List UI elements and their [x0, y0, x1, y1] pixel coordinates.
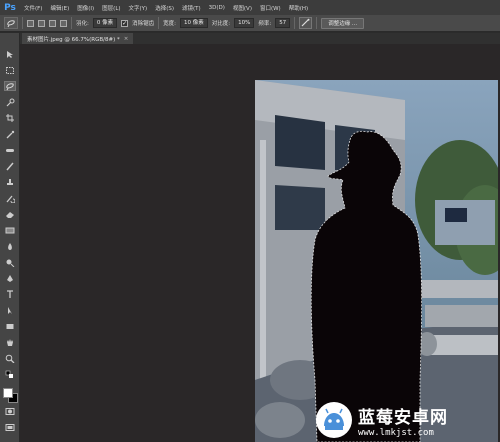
rectangle-icon[interactable] [4, 321, 16, 331]
hand-icon[interactable] [4, 337, 16, 347]
document-tab-bar: 素材图片.jpeg @ 66.7%(RGB/8#) * × [20, 33, 500, 44]
document-tab-title: 素材图片.jpeg @ 66.7%(RGB/8#) * [27, 36, 120, 43]
menu-3d[interactable]: 3D(D) [205, 5, 229, 11]
divider [158, 17, 160, 29]
photo-content [255, 80, 498, 442]
watermark-title: 蓝莓安卓网 [358, 407, 448, 428]
watermark: 蓝莓安卓网 www.lmkjst.com [316, 398, 500, 442]
intersect-selection-icon[interactable] [60, 19, 67, 27]
tool-preset-picker[interactable] [4, 17, 18, 29]
new-selection-icon[interactable] [27, 19, 34, 27]
path-selection-icon[interactable] [4, 305, 16, 315]
width-label: 宽度: [163, 21, 176, 27]
canvas-area[interactable] [20, 44, 500, 442]
marquee-icon[interactable] [4, 65, 16, 75]
spot-healing-icon[interactable] [4, 145, 16, 155]
foreground-color-swatch[interactable] [3, 388, 13, 398]
feather-input[interactable]: 0 像素 [92, 18, 118, 28]
menu-window[interactable]: 窗口(W) [256, 4, 285, 12]
options-bar: 羽化: 0 像素 ✓ 消除锯齿 宽度: 10 像素 对比度: 10% 频率: 5… [0, 15, 500, 32]
contrast-input[interactable]: 10% [234, 18, 255, 28]
refine-edge-button[interactable]: 调整边缘 ... [321, 17, 365, 29]
pen-pressure-button[interactable] [299, 17, 313, 29]
android-robot-icon [316, 402, 352, 438]
move-icon[interactable] [4, 49, 16, 59]
feather-label: 羽化: [76, 21, 89, 27]
gradient-icon[interactable] [4, 225, 16, 235]
crop-icon[interactable] [4, 113, 16, 123]
divider [71, 17, 72, 29]
divider [294, 17, 296, 29]
antialias-label: 消除锯齿 [132, 21, 155, 27]
menu-view[interactable]: 视图(V) [229, 4, 256, 12]
eyedropper-icon[interactable] [4, 129, 16, 139]
subtract-selection-icon[interactable] [49, 19, 56, 27]
watermark-text: 蓝莓安卓网 www.lmkjst.com [358, 403, 448, 438]
menu-image[interactable]: 图像(I) [73, 4, 98, 12]
toolbox [0, 33, 20, 442]
menu-layer[interactable]: 图层(L) [98, 4, 124, 12]
document-tab[interactable]: 素材图片.jpeg @ 66.7%(RGB/8#) * × [22, 33, 134, 44]
clone-stamp-icon[interactable] [4, 177, 16, 187]
quick-mask-icon[interactable] [4, 406, 16, 416]
frequency-input[interactable]: 57 [275, 18, 291, 28]
divider [22, 17, 23, 29]
menu-select[interactable]: 选择(S) [151, 4, 178, 12]
pen-icon[interactable] [4, 273, 16, 283]
history-brush-icon[interactable] [4, 193, 16, 203]
menu-edit[interactable]: 编辑(E) [46, 4, 73, 12]
magnetic-lasso-icon [7, 19, 15, 27]
close-icon[interactable]: × [124, 36, 129, 42]
quick-selection-icon[interactable] [4, 97, 16, 107]
photoshop-logo[interactable]: Ps [0, 0, 20, 15]
dodge-icon[interactable] [4, 257, 16, 267]
menu-filter[interactable]: 滤镜(T) [178, 4, 205, 12]
magnetic-lasso-icon[interactable] [4, 81, 16, 91]
default-colors-icon[interactable] [4, 369, 16, 379]
watermark-url: www.lmkjst.com [358, 427, 434, 438]
zoom-icon[interactable] [4, 353, 16, 363]
menu-help[interactable]: 帮助(H) [285, 4, 312, 12]
antialias-checkbox[interactable]: ✓ [121, 19, 129, 27]
menu-file[interactable]: 文件(F) [20, 4, 46, 12]
menu-bar: Ps 文件(F) 编辑(E) 图像(I) 图层(L) 文字(Y) 选择(S) 滤… [0, 0, 500, 15]
frequency-label: 频率: [258, 21, 272, 27]
blur-icon[interactable] [4, 241, 16, 251]
contrast-label: 对比度: [211, 21, 231, 27]
menu-type[interactable]: 文字(Y) [125, 4, 152, 12]
brush-icon[interactable] [4, 161, 16, 171]
eraser-icon[interactable] [4, 209, 16, 219]
divider [316, 17, 318, 29]
document-image[interactable] [255, 80, 498, 442]
screen-mode-icon[interactable] [4, 422, 16, 432]
type-icon[interactable] [4, 289, 16, 299]
width-input[interactable]: 10 像素 [179, 18, 208, 28]
pen-pressure-icon [301, 18, 310, 27]
add-selection-icon[interactable] [38, 19, 45, 27]
